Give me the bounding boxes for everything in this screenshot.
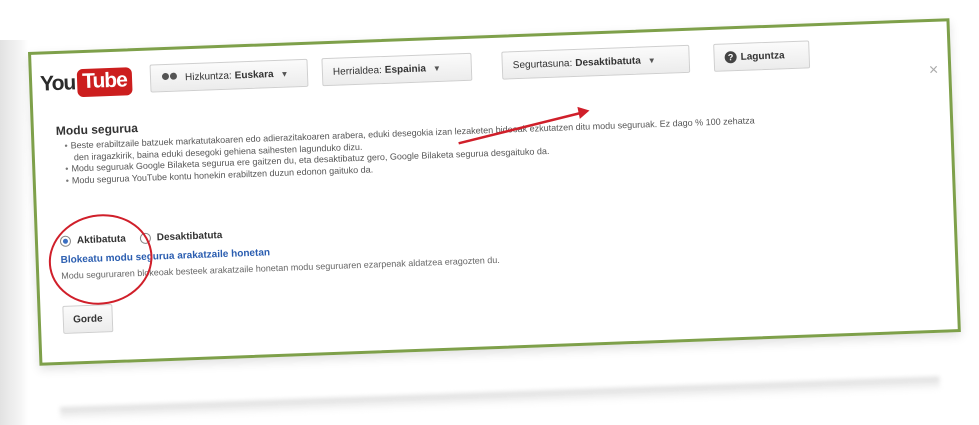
country-value: Espainia — [384, 62, 427, 76]
country-button[interactable]: Herrialdea: Espainia ▼ — [321, 52, 473, 87]
safety-settings-panel: You Tube Hizkuntza: Euskara ▼ Herrialdea… — [28, 18, 961, 366]
chevron-down-icon: ▼ — [432, 63, 442, 73]
logo-tube: Tube — [76, 67, 133, 98]
close-icon[interactable]: × — [929, 62, 939, 80]
radio-option-off[interactable]: Desaktibatuta — [139, 230, 223, 245]
country-prefix: Herrialdea: — [332, 64, 383, 78]
annotation-circle — [41, 206, 160, 313]
youtube-logo[interactable]: You Tube — [40, 67, 133, 98]
chevron-down-icon: ▼ — [280, 68, 289, 79]
logo-you: You — [39, 71, 76, 96]
language-prefix: Hizkuntza: — [184, 70, 232, 83]
safety-prefix: Segurtasuna: — [512, 57, 573, 71]
language-button[interactable]: Hizkuntza: Euskara ▼ — [149, 58, 309, 93]
page-shadow — [0, 40, 28, 425]
chevron-down-icon: ▼ — [647, 55, 656, 65]
safety-button[interactable]: Segurtasuna: Desaktibatuta ▼ — [501, 44, 691, 80]
safety-value: Desaktibatuta — [575, 55, 642, 69]
help-button[interactable]: ? Laguntza — [713, 40, 811, 72]
help-label: Laguntza — [740, 49, 785, 63]
people-icon — [161, 71, 179, 84]
annotation-arrow — [458, 106, 590, 145]
save-button[interactable]: Gorde — [62, 304, 114, 334]
help-icon: ? — [724, 51, 737, 64]
page-bottom-shadow — [60, 376, 940, 422]
language-value: Euskara — [234, 68, 274, 81]
radio-off-label: Desaktibatuta — [156, 230, 223, 244]
